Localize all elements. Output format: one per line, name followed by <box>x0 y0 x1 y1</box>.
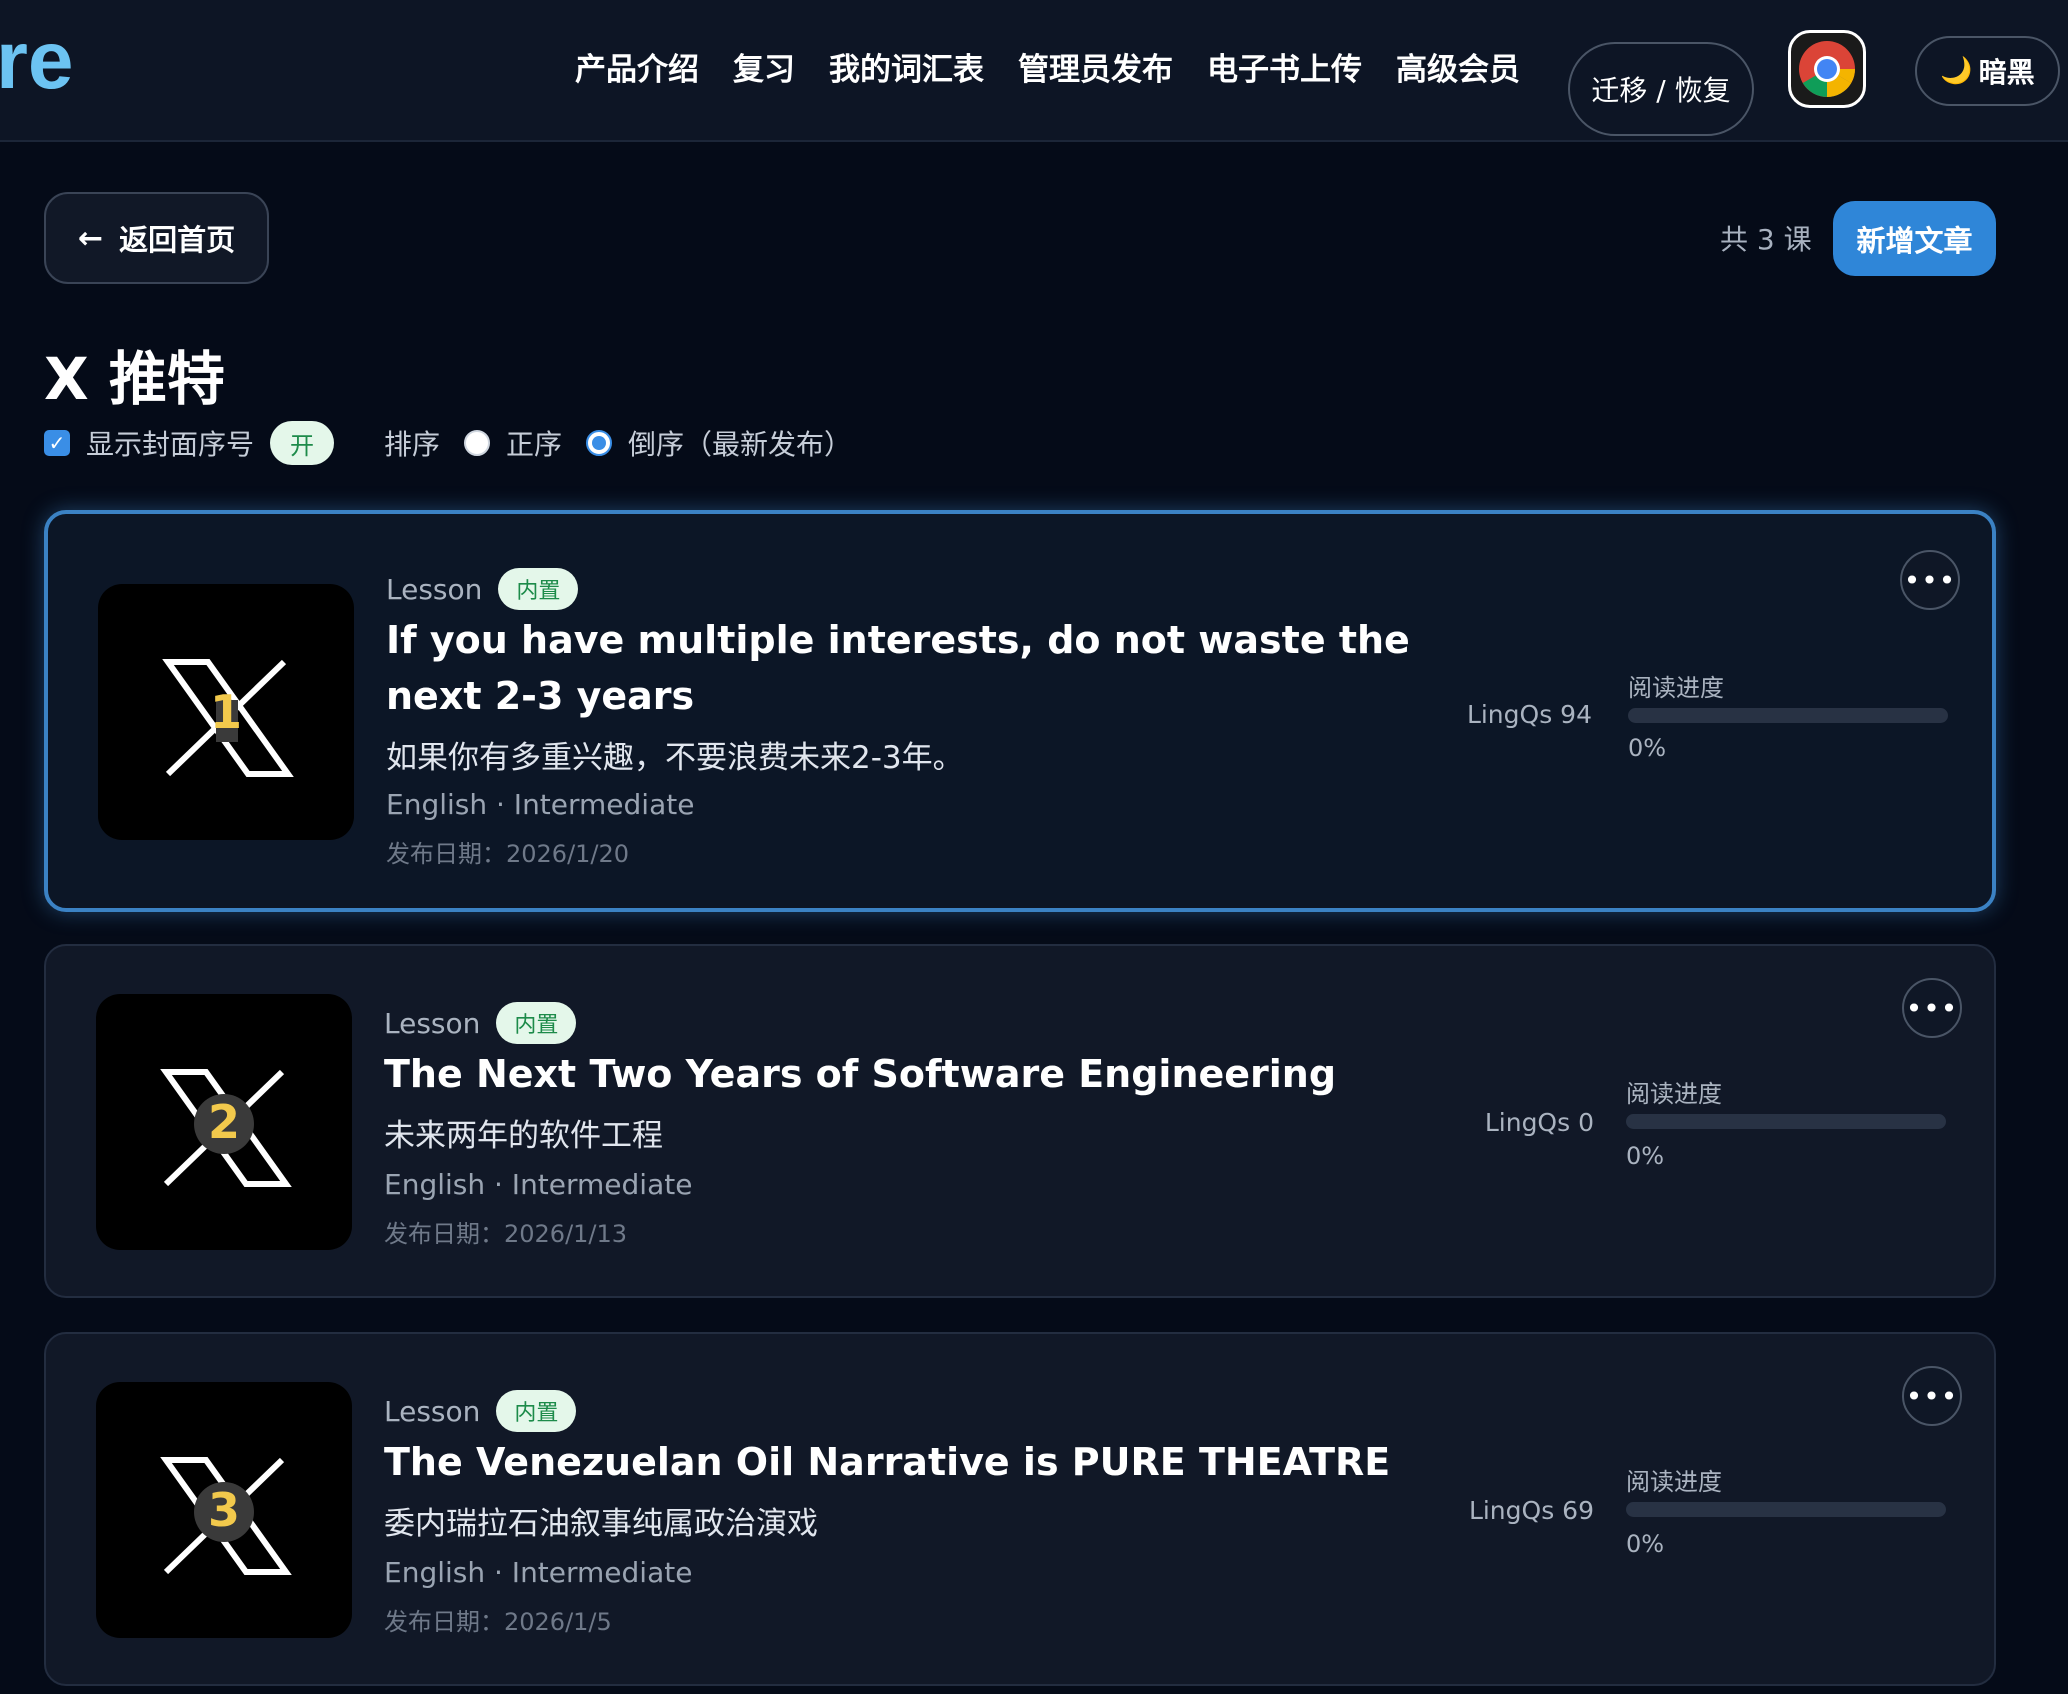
chrome-icon[interactable] <box>1788 30 1866 108</box>
builtin-badge: 内置 <box>496 1002 577 1044</box>
lesson-publish-date: 发布日期：2026/1/13 <box>384 1220 628 1248</box>
lesson-publish-date: 发布日期：2026/1/20 <box>386 840 630 868</box>
lesson-title[interactable]: The Venezuelan Oil Narrative is PURE THE… <box>384 1434 1434 1490</box>
display-options: ✓ 显示封面序号 开 排序 正序 倒序（最新发布） <box>44 418 852 468</box>
arrow-left-icon: ← <box>77 220 104 256</box>
more-horizontal-icon: ••• <box>1905 991 1959 1025</box>
nav-review[interactable]: 复习 <box>733 44 795 96</box>
lingqs-count: LingQs 94 <box>1466 700 1592 729</box>
moon-icon: 🌙 <box>1940 56 1973 86</box>
nav-links: 产品介绍 复习 我的词汇表 管理员发布 电子书上传 高级会员 <box>575 44 1554 96</box>
nav-product-intro[interactable]: 产品介绍 <box>575 44 699 96</box>
back-home-label: 返回首页 <box>119 223 236 257</box>
reading-progress-percent: 0% <box>1628 734 1667 762</box>
lesson-card[interactable]: 2 Lesson 内置 The Next Two Years of Softwa… <box>44 944 1996 1298</box>
show-cover-index-label: 显示封面序号 <box>86 428 255 461</box>
new-article-button[interactable]: 新增文章 <box>1833 201 1996 276</box>
show-cover-index-checkbox[interactable]: ✓ <box>44 430 70 456</box>
sort-ascending-radio[interactable] <box>464 430 491 456</box>
lesson-subtitle: 未来两年的软件工程 <box>384 1118 663 1154</box>
more-horizontal-icon: ••• <box>1905 1379 1959 1413</box>
lesson-card[interactable]: 3 Lesson 内置 The Venezuelan Oil Narrative… <box>44 1332 1996 1686</box>
reading-progress-percent: 0% <box>1626 1530 1665 1558</box>
lesson-kind: Lesson 内置 <box>386 568 579 610</box>
chrome-logo-graphic <box>1799 41 1855 97</box>
lesson-kind-label: Lesson <box>384 1394 481 1428</box>
sort-descending-radio[interactable] <box>586 430 613 456</box>
lesson-kind-label: Lesson <box>386 572 483 606</box>
show-cover-index-badge: 开 <box>270 421 335 465</box>
app-logo[interactable]: re <box>0 20 74 102</box>
nav-ebook-upload[interactable]: 电子书上传 <box>1207 44 1362 96</box>
lingqs-count: LingQs 0 <box>1484 1108 1594 1137</box>
back-home-button[interactable]: ← 返回首页 <box>44 192 269 284</box>
reading-progress-label: 阅读进度 <box>1626 1468 1722 1496</box>
sort-label: 排序 <box>384 428 441 461</box>
builtin-badge: 内置 <box>498 568 579 610</box>
more-options-button[interactable]: ••• <box>1902 1366 1962 1426</box>
lesson-cover: 3 <box>96 1382 352 1638</box>
lesson-publish-date: 发布日期：2026/1/5 <box>384 1608 612 1636</box>
cover-index-number: 2 <box>207 1095 240 1149</box>
lesson-card[interactable]: 1 Lesson 内置 If you have multiple interes… <box>44 510 1996 912</box>
reading-progress-bar <box>1628 708 1948 723</box>
lesson-kind-label: Lesson <box>384 1006 481 1040</box>
sort-ascending-label[interactable]: 正序 <box>506 423 562 463</box>
lesson-kind: Lesson 内置 <box>384 1002 577 1044</box>
nav-my-vocabulary[interactable]: 我的词汇表 <box>829 44 984 96</box>
theme-label: 暗黑 <box>1978 56 2035 89</box>
reading-progress-bar <box>1626 1114 1946 1129</box>
lesson-total-count: 共 3 课 <box>1720 223 1812 256</box>
lingqs-count: LingQs 69 <box>1468 1496 1594 1525</box>
migrate-restore-button[interactable]: 迁移 / 恢复 <box>1568 42 1754 136</box>
lesson-language-level: English · Intermediate <box>384 1556 693 1589</box>
lesson-subtitle: 如果你有多重兴趣，不要浪费未来2-3年。 <box>386 740 964 776</box>
lesson-title[interactable]: If you have multiple interests, do not w… <box>386 612 1436 724</box>
nav-premium[interactable]: 高级会员 <box>1396 44 1520 96</box>
more-options-button[interactable]: ••• <box>1900 550 1960 610</box>
reading-progress-percent: 0% <box>1626 1142 1665 1170</box>
nav-admin-publish[interactable]: 管理员发布 <box>1018 44 1173 96</box>
cover-index-number: 1 <box>209 685 242 739</box>
theme-toggle-button[interactable]: 🌙 暗黑 <box>1915 36 2060 106</box>
lesson-cover: 2 <box>96 994 352 1250</box>
lesson-title[interactable]: The Next Two Years of Software Engineeri… <box>384 1046 1434 1102</box>
lesson-language-level: English · Intermediate <box>386 788 695 821</box>
top-nav-bar: re 产品介绍 复习 我的词汇表 管理员发布 电子书上传 高级会员 迁移 / 恢… <box>0 0 2068 142</box>
lesson-subtitle: 委内瑞拉石油叙事纯属政治演戏 <box>384 1506 818 1542</box>
reading-progress-bar <box>1626 1502 1946 1517</box>
lesson-cover: 1 <box>98 584 354 840</box>
page-title: X 推特 <box>44 345 225 413</box>
cover-index-number: 3 <box>207 1483 240 1537</box>
lesson-language-level: English · Intermediate <box>384 1168 693 1201</box>
more-options-button[interactable]: ••• <box>1902 978 1962 1038</box>
reading-progress-label: 阅读进度 <box>1626 1080 1722 1108</box>
sort-descending-label[interactable]: 倒序（最新发布） <box>628 423 852 463</box>
more-horizontal-icon: ••• <box>1903 563 1957 597</box>
reading-progress-label: 阅读进度 <box>1628 674 1724 702</box>
builtin-badge: 内置 <box>496 1390 577 1432</box>
lesson-kind: Lesson 内置 <box>384 1390 577 1432</box>
